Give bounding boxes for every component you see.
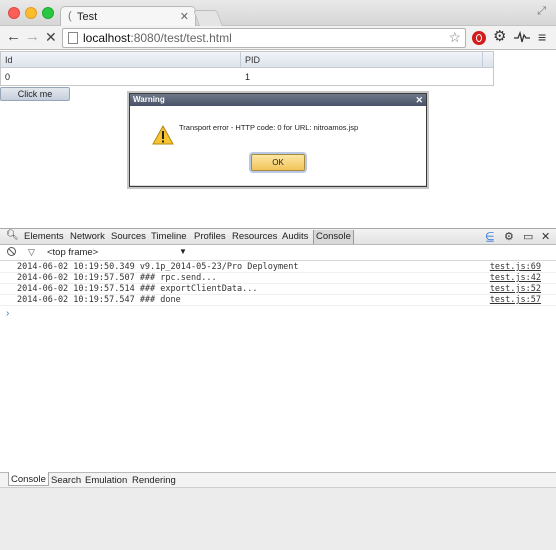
drawer-content[interactable] <box>0 488 556 550</box>
window-close-button[interactable] <box>8 7 20 19</box>
window-titlebar: ( Test ✕ ⤢ <box>0 0 556 27</box>
inspect-search-icon[interactable]: 🔍︎ <box>6 230 19 241</box>
tab-title: Test <box>77 11 98 23</box>
browser-tab[interactable]: ( Test ✕ <box>60 6 196 27</box>
drawer-tab-emulation[interactable]: Emulation <box>85 475 127 486</box>
table-row[interactable]: 0 1 <box>1 68 493 85</box>
console-message: 2014-06-02 10:19:57.507 ### rpc.send... … <box>0 273 556 284</box>
pulse-extension-icon[interactable] <box>514 31 530 43</box>
column-header-id[interactable]: Id <box>1 52 241 68</box>
console-prompt-icon[interactable]: › <box>6 308 9 319</box>
clear-console-icon[interactable] <box>7 247 16 256</box>
close-devtools-icon[interactable]: ✕ <box>541 230 550 243</box>
forward-button[interactable]: → <box>25 29 40 45</box>
console-message-text: 2014-06-02 10:19:57.547 ### done <box>17 295 181 305</box>
url-text[interactable]: localhost:8080/test/test.html <box>83 31 232 45</box>
tab-elements[interactable]: Elements <box>24 231 64 242</box>
console-message: 2014-06-02 10:19:50.349 v9.1p_2014-05-23… <box>0 262 556 273</box>
window-minimize-button[interactable] <box>25 7 37 19</box>
page-icon <box>68 32 78 44</box>
filter-icon[interactable]: ▽ <box>28 247 35 258</box>
chevron-down-icon[interactable]: ▼ <box>179 247 187 256</box>
console-message-text: 2014-06-02 10:19:57.514 ### exportClient… <box>17 284 258 294</box>
console-source-link[interactable]: test.js:42 <box>490 273 541 283</box>
dock-icon[interactable]: ▭ <box>523 230 533 243</box>
ok-button[interactable]: OK <box>251 154 305 171</box>
tab-close-icon[interactable]: ✕ <box>180 10 189 23</box>
tab-timeline[interactable]: Timeline <box>151 231 187 242</box>
drawer-tab-console[interactable]: Console <box>8 472 49 486</box>
tab-audits[interactable]: Audits <box>282 231 308 242</box>
console-filter-bar: ▽ <top frame> ▼ <box>0 245 556 261</box>
opera-extension-icon[interactable] <box>472 31 486 45</box>
devtools-panel: 🔍︎ Elements Network Sources Timeline Pro… <box>0 228 556 550</box>
new-tab-button[interactable] <box>193 10 223 26</box>
back-button[interactable]: ← <box>6 29 21 45</box>
dialog-divider <box>130 185 426 186</box>
drawer-tab-rendering[interactable]: Rendering <box>132 475 176 486</box>
console-source-link[interactable]: test.js:69 <box>490 262 541 272</box>
tab-sources[interactable]: Sources <box>111 231 146 242</box>
cell-id: 0 <box>5 72 11 82</box>
tab-resources[interactable]: Resources <box>232 231 277 242</box>
devtools-tab-bar: 🔍︎ Elements Network Sources Timeline Pro… <box>0 228 556 245</box>
click-me-button[interactable]: Click me <box>0 87 70 101</box>
fullscreen-icon[interactable]: ⤢ <box>537 5 546 18</box>
stop-button[interactable]: ✕ <box>45 29 57 45</box>
warning-dialog: Warning ✕ Transport error - HTTP code: 0… <box>129 93 427 187</box>
settings-gear-icon[interactable]: ⚙ <box>504 230 514 243</box>
dialog-header[interactable]: Warning ✕ <box>130 94 426 106</box>
dialog-title: Warning <box>133 95 165 104</box>
console-message-text: 2014-06-02 10:19:50.349 v9.1p_2014-05-23… <box>17 262 299 272</box>
tab-profiles[interactable]: Profiles <box>194 231 226 242</box>
tab-console[interactable]: Console <box>313 230 354 244</box>
dialog-message: Transport error - HTTP code: 0 for URL: … <box>179 123 359 132</box>
column-header-pid[interactable]: PID <box>241 52 483 68</box>
dialog-body: Transport error - HTTP code: 0 for URL: … <box>130 106 426 186</box>
drawer-tab-bar: Console Search Emulation Rendering <box>0 472 556 488</box>
tab-network[interactable]: Network <box>70 231 105 242</box>
frame-selector[interactable]: <top frame> <box>47 247 98 258</box>
dialog-close-icon[interactable]: ✕ <box>415 94 423 106</box>
browser-toolbar: ← → ✕ localhost:8080/test/test.html ☆ ⚙ … <box>0 26 556 50</box>
loading-spinner-icon: ( <box>68 10 72 22</box>
show-drawer-icon[interactable]: ⋸ <box>485 230 495 243</box>
console-message-text: 2014-06-02 10:19:57.507 ### rpc.send... <box>17 273 217 283</box>
drawer-tab-search[interactable]: Search <box>51 475 81 486</box>
cell-pid: 1 <box>245 72 251 82</box>
console-message: 2014-06-02 10:19:57.547 ### done test.js… <box>0 295 556 306</box>
address-bar[interactable]: localhost:8080/test/test.html ☆ <box>62 28 466 48</box>
gear-icon[interactable]: ⚙ <box>493 29 506 45</box>
window-maximize-button[interactable] <box>42 7 54 19</box>
bookmark-star-icon[interactable]: ☆ <box>448 29 461 46</box>
warning-icon <box>152 125 174 145</box>
console-source-link[interactable]: test.js:57 <box>490 295 541 305</box>
menu-icon[interactable]: ≡ <box>538 29 546 45</box>
console-message: 2014-06-02 10:19:57.514 ### exportClient… <box>0 284 556 295</box>
data-grid: Id PID 0 1 <box>0 51 494 86</box>
grid-header: Id PID <box>1 52 493 68</box>
console-source-link[interactable]: test.js:52 <box>490 284 541 294</box>
